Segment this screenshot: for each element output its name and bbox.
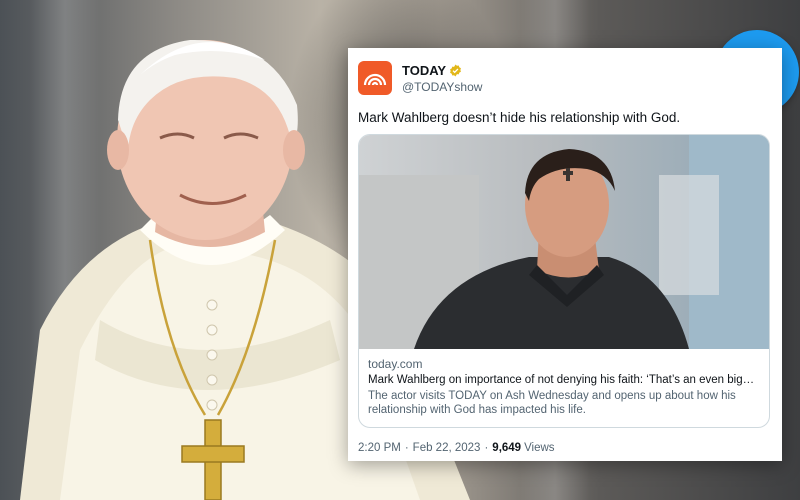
link-preview-card[interactable]: today.com Mark Wahlberg on importance of… [358,134,770,428]
tweet-footer: 2:20 PM · Feb 22, 2023 · 9,649 Views [358,442,555,454]
footer-separator: · [484,442,489,454]
verified-badge-icon [450,64,461,77]
tweet-date[interactable]: Feb 22, 2023 [413,442,481,454]
display-name[interactable]: TODAY [402,63,446,78]
tweet-header: TODAY @TODAYshow [358,61,482,95]
today-avatar[interactable] [358,61,392,95]
tweet-card[interactable]: TODAY @TODAYshow Mark Wahlberg doesn’t h… [348,48,782,461]
footer-separator: · [404,442,409,454]
views-count: 9,649 [492,442,522,454]
card-domain: today.com [368,357,423,371]
card-description: The actor visits TODAY on Ash Wednesday … [368,390,736,416]
tweet-text: Mark Wahlberg doesn’t hide his relations… [358,110,681,125]
views-label: Views [524,442,555,454]
article-thumbnail-image [359,135,769,349]
today-rainbow-logo [363,73,387,86]
tweet-time[interactable]: 2:20 PM [358,442,401,454]
card-title[interactable]: Mark Wahlberg on importance of not denyi… [368,374,760,386]
handle[interactable]: @TODAYshow [402,80,482,94]
